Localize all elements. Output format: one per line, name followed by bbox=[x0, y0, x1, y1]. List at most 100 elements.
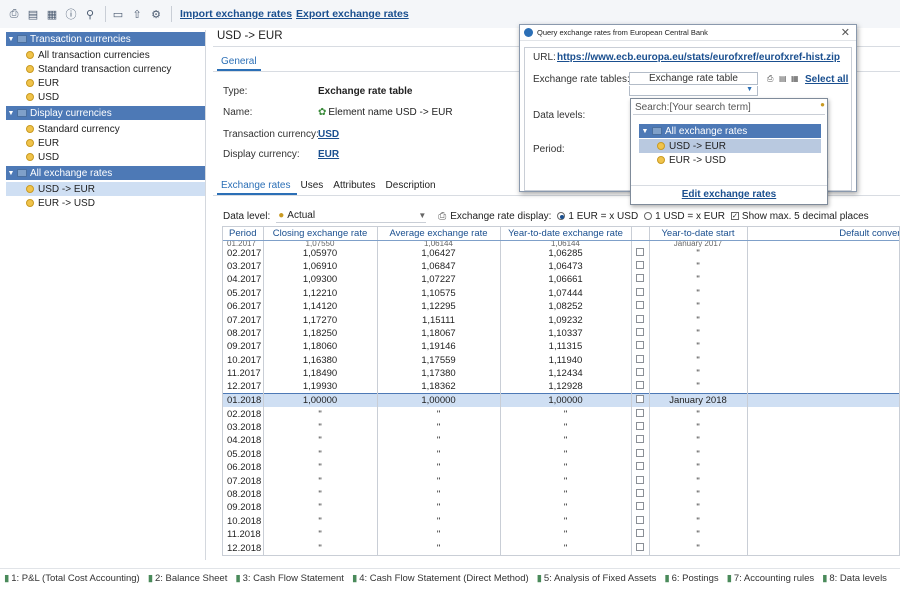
dropdown-search-input[interactable]: Search:[Your search term] bbox=[633, 101, 825, 115]
table-cell[interactable]: " bbox=[747, 434, 899, 448]
table-cell[interactable]: " bbox=[377, 527, 501, 542]
table-cell[interactable]: " bbox=[500, 514, 632, 528]
row-checkbox[interactable] bbox=[636, 408, 644, 417]
table-cell[interactable]: " bbox=[747, 380, 899, 394]
tree-group-display-currencies[interactable]: ▼ Display currencies bbox=[6, 106, 205, 120]
bottom-tab[interactable]: ▮ 2: Balance Sheet bbox=[148, 573, 228, 584]
table-cell[interactable]: " bbox=[377, 460, 501, 475]
layout-icon[interactable]: ▤ bbox=[25, 6, 41, 22]
table-row[interactable]: 01.2018 1,00000 1,00000 1,00000 January 2018… bbox=[223, 393, 899, 408]
table-cell[interactable]: " bbox=[377, 420, 501, 435]
collapse-arrow-icon[interactable]: ▼ bbox=[6, 110, 16, 117]
table-cell[interactable]: " bbox=[747, 313, 899, 327]
table-row[interactable]: 09.2018""""" bbox=[223, 501, 899, 515]
row-checkbox[interactable] bbox=[636, 488, 644, 497]
table-cell[interactable]: " bbox=[649, 501, 748, 515]
table-row[interactable]: 04.2018""""" bbox=[223, 434, 899, 448]
row-checkbox-cell[interactable] bbox=[631, 246, 650, 260]
table-cell[interactable]: " bbox=[649, 259, 748, 274]
column-header[interactable] bbox=[631, 227, 650, 241]
table-cell[interactable]: " bbox=[500, 541, 632, 555]
table-cell[interactable]: " bbox=[649, 541, 748, 555]
table-cell[interactable]: " bbox=[377, 541, 501, 555]
table-cell[interactable]: 06.2018 bbox=[223, 460, 264, 475]
table-cell[interactable]: 1,00000 bbox=[500, 393, 632, 408]
table-cell[interactable]: " bbox=[747, 286, 899, 301]
row-checkbox-cell[interactable] bbox=[631, 514, 650, 528]
table-cell[interactable]: " bbox=[649, 353, 748, 368]
edit-exchange-rates-link[interactable]: Edit exchange rates bbox=[631, 189, 827, 200]
row-checkbox[interactable] bbox=[636, 341, 644, 350]
table-row[interactable]: 08.20171,182501,180671,10337 "" bbox=[223, 326, 899, 341]
table-cell[interactable]: 12.2017 bbox=[223, 380, 264, 394]
row-checkbox[interactable] bbox=[636, 448, 644, 457]
row-checkbox[interactable] bbox=[636, 381, 644, 390]
table-cell[interactable]: 05.2017 bbox=[223, 286, 264, 301]
table-cell[interactable]: 09.2017 bbox=[223, 340, 264, 354]
row-checkbox-cell[interactable] bbox=[631, 353, 650, 368]
table-cell[interactable]: " bbox=[263, 460, 378, 475]
table-cell[interactable]: 1,06910 bbox=[263, 259, 378, 274]
table-cell[interactable]: 1,19146 bbox=[377, 340, 501, 354]
column-header[interactable]: Default conversion type bbox=[747, 227, 899, 241]
table-cell[interactable]: " bbox=[747, 420, 899, 435]
table-row[interactable]: 12.2018""""" bbox=[223, 541, 899, 555]
table-row[interactable]: 10.2018""""" bbox=[223, 514, 899, 528]
table-cell[interactable]: " bbox=[747, 393, 899, 408]
row-checkbox[interactable] bbox=[636, 274, 644, 283]
table-cell[interactable]: 1,09300 bbox=[263, 273, 378, 287]
tree-item[interactable]: USD bbox=[6, 90, 205, 104]
table-cell[interactable]: 1,12210 bbox=[263, 286, 378, 301]
table-cell[interactable]: 01.2018 bbox=[223, 393, 264, 408]
table-cell[interactable]: " bbox=[500, 407, 632, 421]
table-cell[interactable]: 1,12295 bbox=[377, 300, 501, 314]
table-row[interactable]: 09.20171,180601,191461,11315 "" bbox=[223, 340, 899, 354]
table-cell[interactable]: " bbox=[649, 326, 748, 341]
table-cell[interactable]: 11.2017 bbox=[223, 367, 264, 381]
row-checkbox[interactable] bbox=[636, 475, 644, 484]
row-checkbox-cell[interactable] bbox=[631, 527, 650, 542]
table-cell[interactable]: 1,06285 bbox=[500, 246, 632, 260]
table-cell[interactable]: " bbox=[500, 501, 632, 515]
row-checkbox-cell[interactable] bbox=[631, 541, 650, 555]
table-cell[interactable]: " bbox=[649, 313, 748, 327]
table-cell[interactable]: 1,17380 bbox=[377, 367, 501, 381]
row-checkbox-cell[interactable] bbox=[631, 367, 650, 381]
table-cell[interactable]: " bbox=[649, 447, 748, 461]
table-cell[interactable]: " bbox=[747, 246, 899, 260]
row-checkbox-cell[interactable] bbox=[631, 326, 650, 341]
table-cell[interactable]: " bbox=[747, 367, 899, 381]
column-header[interactable]: Period bbox=[223, 227, 264, 241]
dropdown-item-eur-usd[interactable]: EUR -> USD bbox=[639, 153, 821, 167]
column-header[interactable]: Average exchange rate bbox=[377, 227, 501, 241]
row-checkbox[interactable] bbox=[636, 421, 644, 430]
table-cell[interactable]: 1,10337 bbox=[500, 326, 632, 341]
table-cell[interactable]: 03.2018 bbox=[223, 420, 264, 435]
table-row[interactable]: 06.20171,141201,122951,08252 "" bbox=[223, 300, 899, 314]
table-cell[interactable]: 08.2018 bbox=[223, 487, 264, 502]
table-row[interactable]: 05.20171,122101,105751,07444 "" bbox=[223, 286, 899, 301]
row-checkbox-cell[interactable] bbox=[631, 407, 650, 421]
column-header[interactable]: Year-to-date start bbox=[649, 227, 748, 241]
tree-item[interactable]: All transaction currencies bbox=[6, 48, 205, 62]
table-row[interactable]: 03.2018""""" bbox=[223, 420, 899, 435]
table-cell[interactable]: " bbox=[377, 434, 501, 448]
open-folder-icon[interactable]: ▭ bbox=[110, 6, 126, 22]
bottom-tab[interactable]: ▮ 6: Postings bbox=[664, 573, 718, 584]
table-cell[interactable]: 1,12434 bbox=[500, 367, 632, 381]
table-cell[interactable]: " bbox=[649, 286, 748, 301]
bottom-tab[interactable]: ▮ 4: Cash Flow Statement (Direct Method) bbox=[352, 573, 529, 584]
bottom-tab[interactable]: ▮ 8: Data levels bbox=[822, 573, 887, 584]
table-cell[interactable]: 10.2017 bbox=[223, 353, 264, 368]
layout-alt-icon[interactable]: ▦ bbox=[44, 6, 60, 22]
table-cell[interactable]: " bbox=[263, 407, 378, 421]
row-checkbox[interactable] bbox=[636, 314, 644, 323]
table-cell[interactable]: " bbox=[377, 474, 501, 488]
table-cell[interactable]: " bbox=[649, 527, 748, 542]
table-cell[interactable]: 1,07227 bbox=[377, 273, 501, 287]
table-cell[interactable]: 1,11940 bbox=[500, 353, 632, 368]
bottom-tab[interactable]: ▮ 3: Cash Flow Statement bbox=[235, 573, 344, 584]
table-row[interactable]: 07.20171,172701,151111,09232 "" bbox=[223, 313, 899, 327]
url-link[interactable]: https://www.ecb.europa.eu/stats/eurofxre… bbox=[557, 52, 840, 63]
table-cell[interactable]: " bbox=[263, 541, 378, 555]
